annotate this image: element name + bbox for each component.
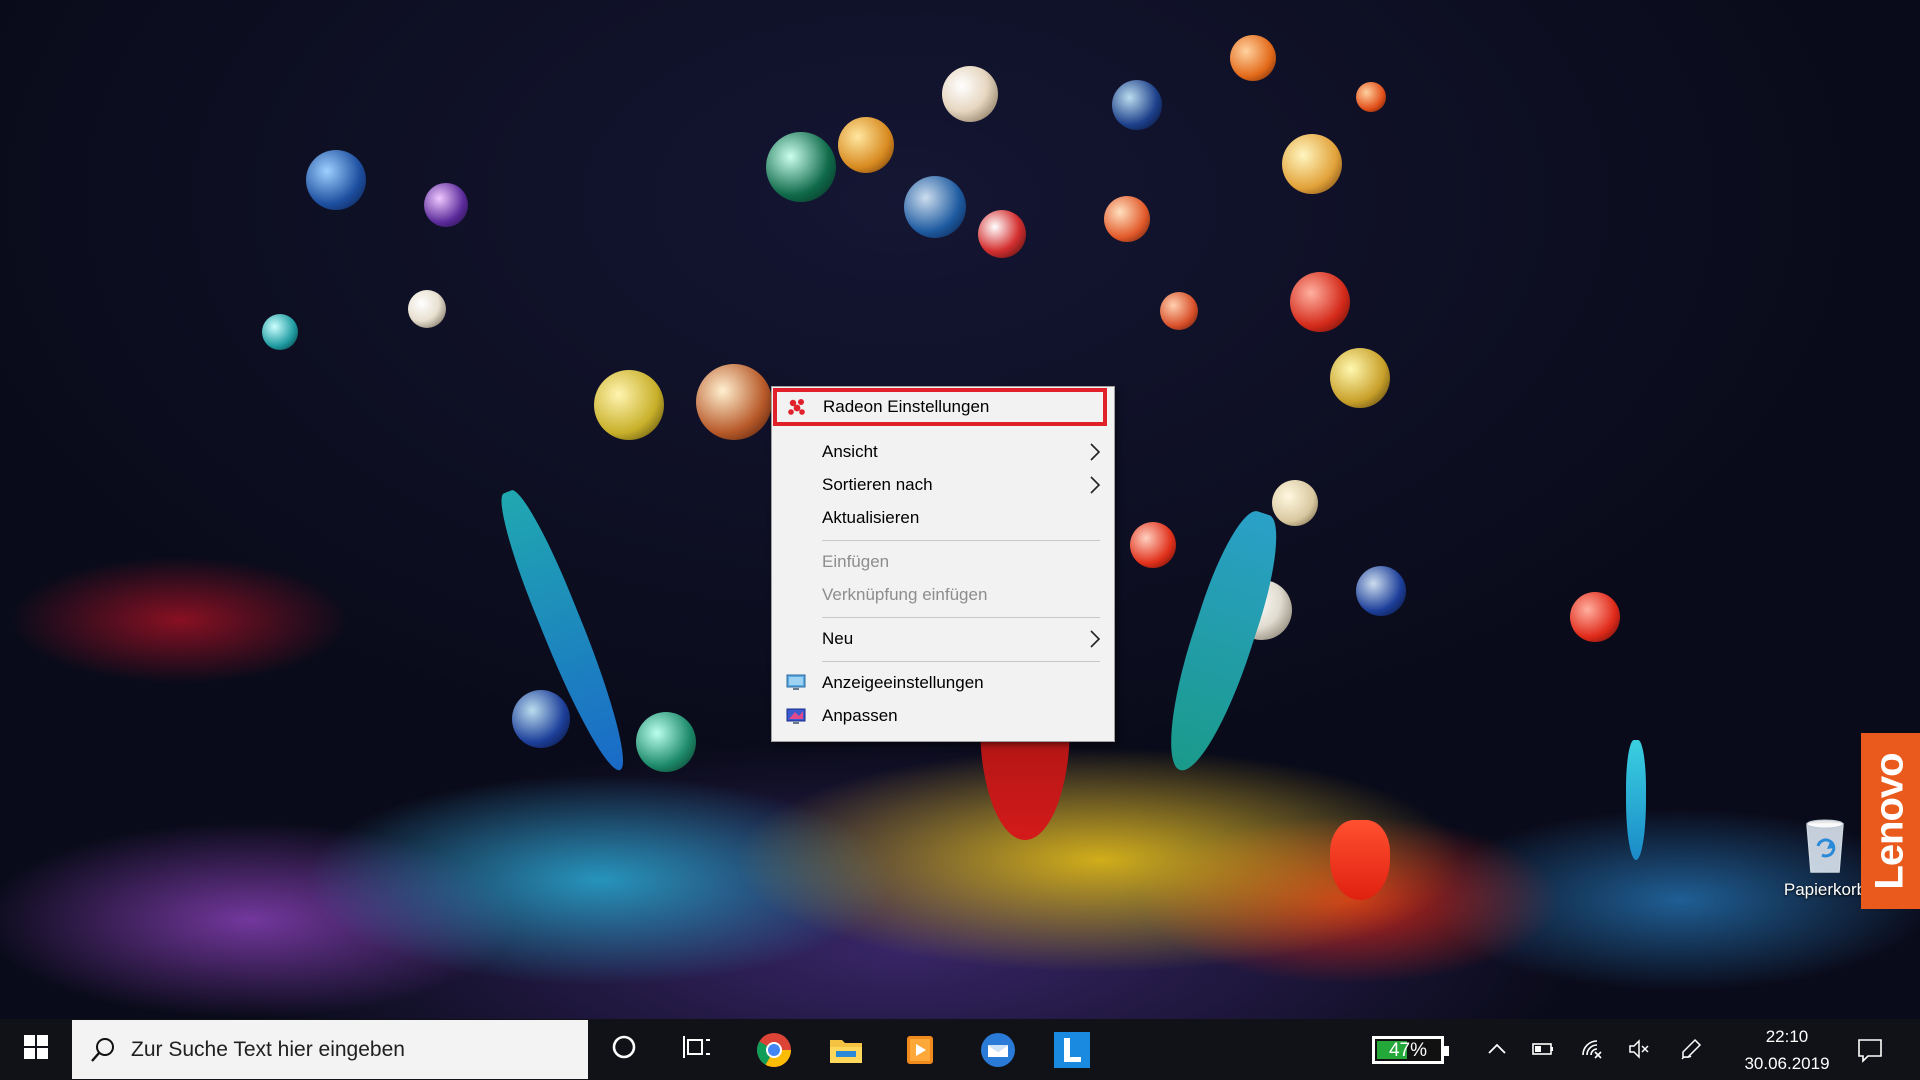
paint-droplet	[942, 66, 998, 122]
windows-logo-icon	[24, 1035, 48, 1064]
media-player-icon	[900, 1030, 940, 1070]
paint-droplet	[1104, 196, 1150, 242]
radeon-icon	[787, 397, 807, 417]
paint-droplet	[1112, 80, 1162, 130]
recycle-bin-icon	[1802, 818, 1848, 874]
paint-droplet	[424, 183, 468, 227]
paint-droplet	[1356, 82, 1386, 112]
chevron-right-icon	[1088, 629, 1102, 649]
start-button[interactable]	[0, 1019, 72, 1080]
taskbar-app-file-explorer[interactable]	[820, 1019, 872, 1080]
paint-droplet	[594, 370, 664, 440]
action-center-icon[interactable]	[1856, 1036, 1884, 1064]
paint-droplet	[1160, 292, 1198, 330]
lenovo-brand-tab: Lenovo	[1861, 733, 1920, 909]
taskbar-search-box[interactable]: Zur Suche Text hier eingeben	[72, 1020, 588, 1079]
paint-droplet	[1570, 592, 1620, 642]
speaker-muted-icon[interactable]	[1627, 1037, 1651, 1061]
paint-droplet	[1272, 480, 1318, 526]
paint-droplet	[306, 150, 366, 210]
paint-droplet	[1330, 348, 1390, 408]
menu-item-label: Sortieren nach	[822, 474, 933, 494]
paint-droplet	[1130, 522, 1176, 568]
taskbar-app-lenovo-vantage[interactable]	[1046, 1019, 1098, 1080]
lenovo-logo-text: Lenovo	[1868, 752, 1913, 890]
menu-item-label: Ansicht	[822, 441, 878, 461]
task-view-icon	[682, 1034, 710, 1065]
battery-terminal	[1444, 1046, 1449, 1056]
display-settings-icon	[786, 673, 806, 693]
menu-item-view[interactable]: Ansicht	[772, 435, 1114, 468]
menu-item-radeon-settings[interactable]: Radeon Einstellungen	[773, 388, 1107, 426]
pen-workspace-icon[interactable]	[1679, 1037, 1703, 1061]
menu-item-label: Aktualisieren	[822, 507, 920, 527]
paint-droplet	[766, 132, 836, 202]
cortana-icon	[611, 1034, 637, 1065]
network-icon[interactable]	[1580, 1037, 1604, 1061]
paint-droplet	[838, 117, 894, 173]
file-explorer-icon	[826, 1030, 866, 1070]
menu-separator	[822, 540, 1100, 541]
menu-item-display-settings[interactable]: Anzeigeeinstellungen	[772, 666, 1114, 699]
battery-icon[interactable]	[1531, 1037, 1555, 1061]
menu-item-label: Radeon Einstellungen	[823, 397, 990, 416]
chrome-icon	[754, 1030, 794, 1070]
paint-droplet	[1230, 35, 1276, 81]
paint-splash-column	[1330, 820, 1390, 900]
paint-splash-column	[1626, 740, 1646, 860]
paint-droplet	[636, 712, 696, 772]
lenovo-vantage-icon	[1052, 1030, 1092, 1070]
menu-item-label: Anpassen	[822, 705, 898, 725]
menu-separator	[822, 617, 1100, 618]
task-view-button[interactable]	[672, 1019, 720, 1080]
taskbar-app-mail[interactable]	[972, 1019, 1024, 1080]
taskbar: Zur Suche Text hier eingeben 47% 22:10 3…	[0, 1019, 1920, 1080]
chevron-right-icon	[1088, 475, 1102, 495]
chevron-right-icon	[1088, 442, 1102, 462]
search-icon	[89, 1036, 117, 1064]
menu-item-label: Verknüpfung einfügen	[822, 584, 988, 604]
taskbar-app-chrome[interactable]	[748, 1019, 800, 1080]
menu-separator	[822, 661, 1100, 662]
menu-item-label: Neu	[822, 628, 854, 648]
battery-percent: 47%	[1388, 1040, 1428, 1061]
paint-droplet	[512, 690, 570, 748]
system-clock[interactable]: 22:10 30.06.2019	[1722, 1023, 1852, 1077]
mail-icon	[978, 1030, 1018, 1070]
paint-droplet	[1356, 566, 1406, 616]
battery-indicator[interactable]: 47%	[1372, 1036, 1449, 1064]
menu-item-sort-by[interactable]: Sortieren nach	[772, 468, 1114, 501]
personalize-icon	[786, 706, 806, 726]
menu-item-new[interactable]: Neu	[772, 622, 1114, 655]
paint-droplet	[408, 290, 446, 328]
desktop-context-menu: Radeon Einstellungen Ansicht Sortieren n…	[771, 386, 1115, 742]
paint-droplet	[904, 176, 966, 238]
menu-item-personalize[interactable]: Anpassen	[772, 699, 1114, 732]
menu-item-paste[interactable]: Einfügen	[772, 545, 1114, 578]
chevron-up-icon[interactable]	[1485, 1037, 1509, 1061]
menu-item-paste-shortcut[interactable]: Verknüpfung einfügen	[772, 578, 1114, 611]
paint-droplet	[978, 210, 1026, 258]
paint-droplet	[1290, 272, 1350, 332]
paint-droplet	[696, 364, 772, 440]
paint-droplet	[1282, 134, 1342, 194]
clock-date: 30.06.2019	[1744, 1054, 1830, 1073]
search-placeholder: Zur Suche Text hier eingeben	[131, 1037, 405, 1061]
clock-time: 22:10	[1765, 1027, 1809, 1046]
cortana-button[interactable]	[600, 1019, 648, 1080]
taskbar-app-media-player[interactable]	[894, 1019, 946, 1080]
menu-item-label: Einfügen	[822, 551, 890, 571]
paint-droplet	[262, 314, 298, 350]
menu-item-label: Anzeigeeinstellungen	[822, 672, 984, 692]
menu-item-refresh[interactable]: Aktualisieren	[772, 501, 1114, 534]
